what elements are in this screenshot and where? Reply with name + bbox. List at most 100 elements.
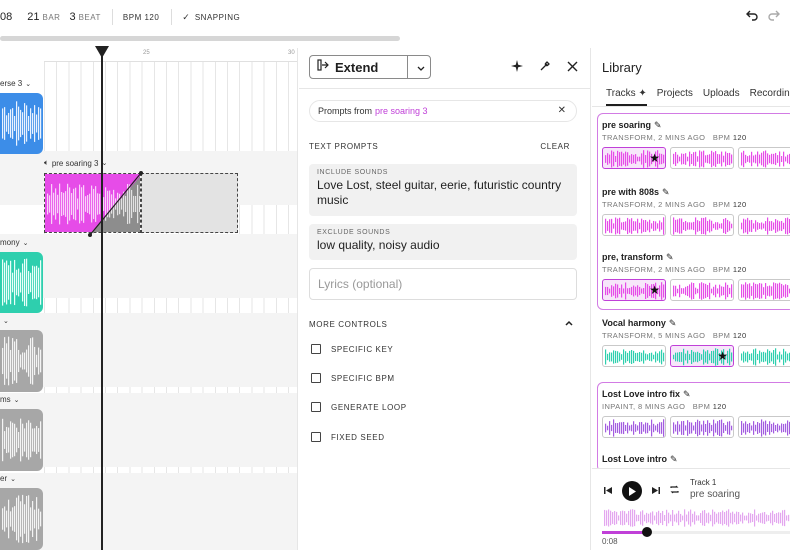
checkbox[interactable]: [311, 402, 321, 412]
card-meta: TRANSFORM, 5 MINS AGO: [602, 331, 706, 340]
variation-waveform[interactable]: [738, 345, 790, 367]
tab-recordings[interactable]: Recordings: [750, 88, 790, 106]
chevron-down-icon[interactable]: [416, 61, 426, 79]
beats-count[interactable]: 3: [69, 11, 75, 23]
edit-icon[interactable]: ✎: [662, 187, 670, 198]
variation-waveform[interactable]: ★: [670, 345, 734, 367]
include-sounds-field[interactable]: INCLUDE SOUNDS Love Lost, steel guitar, …: [309, 164, 577, 216]
close-icon[interactable]: ✕: [558, 105, 566, 116]
variation-waveform[interactable]: [738, 147, 790, 169]
generate-loop-option[interactable]: GENERATE LOOP: [311, 402, 407, 412]
player-progress[interactable]: [602, 527, 790, 537]
bars-count[interactable]: 21: [27, 11, 39, 23]
sparkle-icon[interactable]: [511, 59, 523, 77]
variation-waveform[interactable]: [738, 214, 790, 236]
card-title: Vocal harmony: [602, 318, 666, 328]
play-button[interactable]: [622, 481, 642, 501]
track-label[interactable]: ⌄: [0, 317, 9, 325]
card-meta: TRANSFORM, 2 MINS AGO: [602, 200, 706, 209]
clear-button[interactable]: CLEAR: [540, 142, 570, 151]
star-icon[interactable]: ★: [649, 283, 660, 297]
eyedropper-icon[interactable]: [539, 59, 551, 77]
redo-icon[interactable]: [768, 9, 780, 23]
track-clip[interactable]: [0, 330, 43, 392]
variation-waveform[interactable]: [670, 279, 734, 301]
variation-waveform[interactable]: [602, 345, 666, 367]
variation-waveform[interactable]: ★: [602, 147, 666, 169]
timeline-ruler[interactable]: 25 30: [44, 48, 297, 62]
tab-tracks[interactable]: Tracks ✦: [606, 88, 647, 106]
skip-back-icon[interactable]: [604, 482, 613, 500]
edit-icon[interactable]: ✎: [669, 318, 677, 329]
chevron-up-icon[interactable]: [564, 318, 574, 331]
extend-region[interactable]: [141, 173, 238, 233]
specific-bpm-option[interactable]: SPECIFIC BPM: [311, 373, 395, 383]
more-controls-heading[interactable]: MORE CONTROLS: [309, 320, 387, 329]
edit-icon[interactable]: ✎: [654, 120, 662, 131]
track-clip[interactable]: [0, 409, 43, 471]
beats-unit: BEAT: [78, 12, 101, 22]
divider: [111, 9, 113, 25]
player: Track 1 pre soaring 0:08: [592, 468, 790, 550]
track-label[interactable]: erse 3 ⌄: [0, 79, 31, 88]
track-clip[interactable]: [0, 252, 43, 313]
timeline-scrollbar[interactable]: [0, 36, 400, 41]
library-card[interactable]: pre, transform ✎ TRANSFORM, 2 MINS AGO BP…: [602, 252, 790, 301]
playhead-handle[interactable]: [95, 46, 109, 58]
speaker-icon: 🔈︎: [44, 158, 49, 167]
tab-projects[interactable]: Projects: [657, 88, 693, 106]
exclude-sounds-field[interactable]: EXCLUDE SOUNDS low quality, noisy audio: [309, 224, 577, 260]
undo-icon[interactable]: [746, 9, 758, 23]
check-icon: ✓: [182, 11, 190, 22]
bpm-display[interactable]: BPM 120: [123, 13, 159, 22]
edit-icon[interactable]: ✎: [683, 389, 691, 400]
lane: [0, 234, 297, 298]
variation-waveform[interactable]: [670, 214, 734, 236]
checkbox[interactable]: [311, 432, 321, 442]
playhead[interactable]: [101, 48, 103, 550]
variation-waveform[interactable]: [602, 214, 666, 236]
player-waveform[interactable]: [602, 507, 790, 529]
card-title: pre, transform: [602, 252, 664, 262]
chevron-down-icon: ⌄: [10, 475, 16, 483]
variation-waveform[interactable]: [670, 416, 734, 438]
track-label[interactable]: mony ⌄: [0, 238, 28, 247]
checkbox[interactable]: [311, 373, 321, 383]
skip-forward-icon[interactable]: [651, 482, 660, 500]
ruler-label: 30: [288, 50, 295, 56]
fixed-seed-option[interactable]: FIXED SEED: [311, 432, 385, 442]
exclude-sounds-caption: EXCLUDE SOUNDS: [317, 229, 391, 236]
track-label[interactable]: 🔈︎ pre soaring 3 ⌄: [44, 158, 107, 168]
checkbox[interactable]: [311, 344, 321, 354]
variation-waveform[interactable]: [670, 147, 734, 169]
star-icon[interactable]: ★: [649, 151, 660, 165]
track-label[interactable]: ms ⌄: [0, 395, 20, 404]
mode-dropdown[interactable]: Extend: [309, 55, 431, 79]
track-clip[interactable]: [0, 488, 43, 550]
library-card[interactable]: pre soaring ✎ TRANSFORM, 2 MINS AGO BPM 1…: [602, 120, 790, 169]
divider: [407, 56, 408, 78]
repeat-icon[interactable]: [669, 482, 680, 500]
variation-waveform[interactable]: [738, 416, 790, 438]
library-card[interactable]: Lost Love intro fix ✎ INPAINT, 8 MINS AGO…: [602, 389, 790, 438]
star-icon[interactable]: ★: [717, 349, 728, 363]
variation-waveform[interactable]: [738, 279, 790, 301]
specific-key-option[interactable]: SPECIFIC KEY: [311, 344, 393, 354]
close-icon[interactable]: [567, 59, 578, 77]
prompt-source-chip[interactable]: Prompts from pre soaring 3 ✕: [309, 100, 577, 122]
lyrics-field[interactable]: Lyrics (optional): [309, 268, 577, 300]
variation-waveform[interactable]: [602, 416, 666, 438]
player-progress-knob[interactable]: [642, 527, 653, 537]
tab-uploads[interactable]: Uploads: [703, 88, 740, 106]
extend-handle-line: [88, 171, 143, 237]
track-clip[interactable]: [0, 93, 43, 154]
exclude-sounds-value: low quality, noisy audio: [317, 238, 440, 252]
track-label[interactable]: er ⌄: [0, 474, 16, 483]
library-card[interactable]: pre with 808s ✎ TRANSFORM, 2 MINS AGO BPM…: [602, 187, 790, 236]
edit-icon[interactable]: ✎: [666, 252, 674, 263]
variation-waveform[interactable]: ★: [602, 279, 666, 301]
prompt-source-track[interactable]: pre soaring 3: [375, 106, 428, 116]
edit-icon[interactable]: ✎: [670, 454, 678, 465]
library-card[interactable]: Vocal harmony ✎ TRANSFORM, 5 MINS AGO BPM…: [602, 318, 790, 367]
snapping-toggle[interactable]: SNAPPING: [195, 13, 240, 22]
